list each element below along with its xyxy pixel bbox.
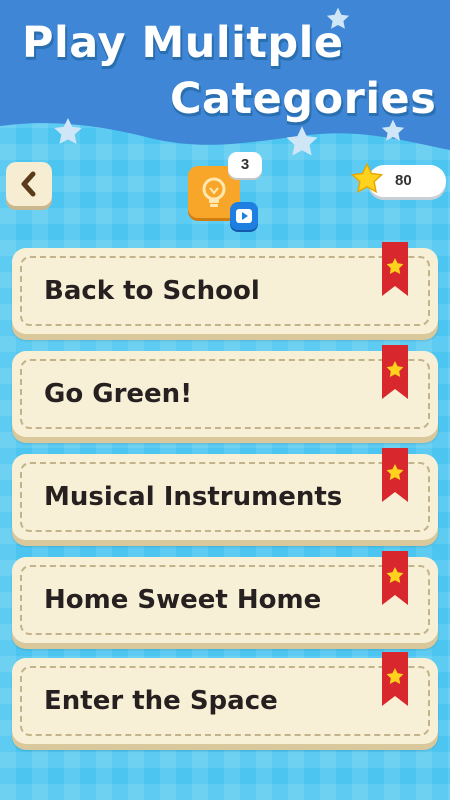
bookmark-ribbon-icon — [382, 652, 408, 706]
bookmark-ribbon-icon — [382, 448, 408, 502]
category-card[interactable]: Home Sweet Home — [12, 551, 438, 643]
watch-video-button[interactable] — [230, 202, 258, 230]
category-card[interactable]: Enter the Space — [12, 652, 438, 744]
hint-count-badge: 3 — [228, 152, 262, 178]
chevron-left-icon — [21, 171, 36, 197]
star-decoration-icon — [54, 118, 82, 144]
category-label: Musical Instruments — [44, 482, 343, 512]
category-card[interactable]: Back to School — [12, 242, 438, 334]
category-label: Back to School — [44, 276, 260, 306]
category-label: Home Sweet Home — [44, 585, 322, 615]
category-label: Enter the Space — [44, 686, 278, 716]
bookmark-ribbon-icon — [382, 242, 408, 296]
play-video-icon — [236, 209, 252, 223]
category-label: Go Green! — [44, 379, 193, 409]
title-line-1: Play Mulitple — [22, 18, 344, 68]
category-card[interactable]: Go Green! — [12, 345, 438, 437]
category-card[interactable]: Musical Instruments — [12, 448, 438, 540]
star-icon — [350, 162, 384, 194]
bookmark-ribbon-icon — [382, 345, 408, 399]
bookmark-ribbon-icon — [382, 551, 408, 605]
coin-value: 80 — [395, 172, 412, 189]
title-line-2: Categories — [170, 74, 437, 124]
star-decoration-icon — [286, 126, 318, 156]
back-button[interactable] — [6, 162, 52, 206]
